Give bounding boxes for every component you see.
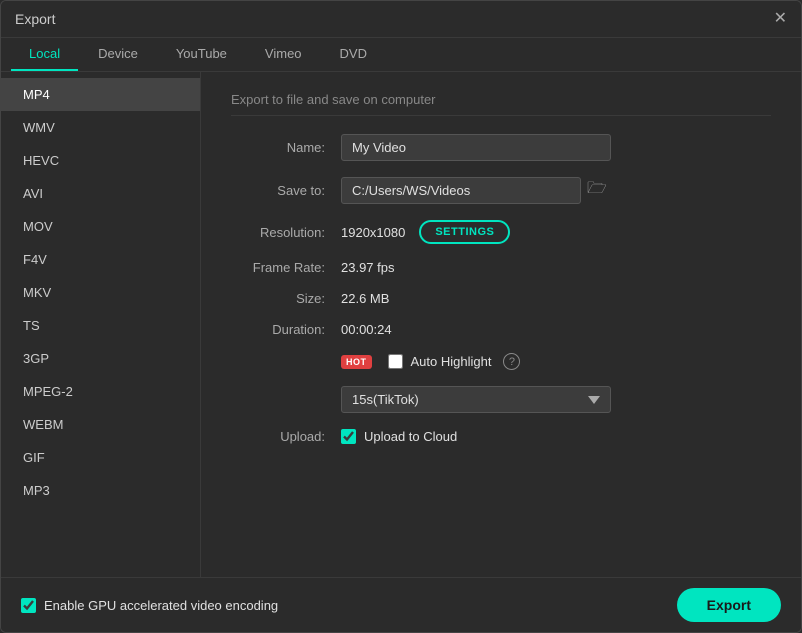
upload-to-cloud-text: Upload to Cloud <box>364 429 457 444</box>
sidebar-item-3gp[interactable]: 3GP <box>1 342 200 375</box>
sidebar-item-f4v[interactable]: F4V <box>1 243 200 276</box>
resolution-label: Resolution: <box>231 225 341 240</box>
tab-bar: Local Device YouTube Vimeo DVD <box>1 38 801 72</box>
tab-youtube[interactable]: YouTube <box>158 38 245 71</box>
bottom-bar: Enable GPU accelerated video encoding Ex… <box>1 577 801 632</box>
upload-checkbox-row: Upload to Cloud <box>341 429 457 444</box>
name-label: Name: <box>231 140 341 155</box>
size-row: Size: 22.6 MB <box>231 291 771 306</box>
size-label: Size: <box>231 291 341 306</box>
section-title: Export to file and save on computer <box>231 92 771 116</box>
tab-device[interactable]: Device <box>80 38 156 71</box>
content-area: MP4 WMV HEVC AVI MOV F4V MKV TS 3GP MPEG… <box>1 72 801 577</box>
main-panel: Export to file and save on computer Name… <box>201 72 801 577</box>
sidebar-item-webm[interactable]: WEBM <box>1 408 200 441</box>
sidebar-item-gif[interactable]: GIF <box>1 441 200 474</box>
gpu-checkbox-row: Enable GPU accelerated video encoding <box>21 598 278 613</box>
export-window: Export ✕ Local Device YouTube Vimeo DVD … <box>0 0 802 633</box>
sidebar-item-wmv[interactable]: WMV <box>1 111 200 144</box>
tab-vimeo[interactable]: Vimeo <box>247 38 320 71</box>
auto-highlight-checkbox-row: HOT Auto Highlight ? <box>341 353 520 370</box>
name-input[interactable] <box>341 134 611 161</box>
frame-rate-row: Frame Rate: 23.97 fps <box>231 260 771 275</box>
frame-rate-value: 23.97 fps <box>341 260 395 275</box>
frame-rate-label: Frame Rate: <box>231 260 341 275</box>
title-bar: Export ✕ <box>1 1 801 38</box>
format-sidebar: MP4 WMV HEVC AVI MOV F4V MKV TS 3GP MPEG… <box>1 72 201 577</box>
gpu-label: Enable GPU accelerated video encoding <box>44 598 278 613</box>
upload-label: Upload: <box>231 429 341 444</box>
help-icon[interactable]: ? <box>503 353 520 370</box>
save-to-label: Save to: <box>231 183 341 198</box>
tiktok-dropdown[interactable]: 15s(TikTok) 30s 60s <box>341 386 611 413</box>
folder-icon[interactable]: 🗁 <box>587 177 607 204</box>
tab-local[interactable]: Local <box>11 38 78 71</box>
auto-highlight-checkbox[interactable] <box>388 354 403 369</box>
path-row: 🗁 <box>341 177 607 204</box>
sidebar-item-ts[interactable]: TS <box>1 309 200 342</box>
duration-value: 00:00:24 <box>341 322 392 337</box>
path-input[interactable] <box>341 177 581 204</box>
resolution-value: 1920x1080 <box>341 225 405 240</box>
sidebar-item-hevc[interactable]: HEVC <box>1 144 200 177</box>
upload-row: Upload: Upload to Cloud <box>231 429 771 444</box>
sidebar-item-mp4[interactable]: MP4 <box>1 78 200 111</box>
duration-row: Duration: 00:00:24 <box>231 322 771 337</box>
window-title: Export <box>15 11 55 27</box>
auto-highlight-row: HOT Auto Highlight ? <box>231 353 771 370</box>
sidebar-item-avi[interactable]: AVI <box>1 177 200 210</box>
tab-dvd[interactable]: DVD <box>322 38 385 71</box>
export-button[interactable]: Export <box>677 588 781 622</box>
sidebar-item-mkv[interactable]: MKV <box>1 276 200 309</box>
resolution-value-row: 1920x1080 SETTINGS <box>341 220 510 244</box>
duration-label: Duration: <box>231 322 341 337</box>
name-row: Name: <box>231 134 771 161</box>
resolution-row: Resolution: 1920x1080 SETTINGS <box>231 220 771 244</box>
upload-to-cloud-checkbox[interactable] <box>341 429 356 444</box>
gpu-checkbox[interactable] <box>21 598 36 613</box>
tiktok-row: 15s(TikTok) 30s 60s <box>231 386 771 413</box>
sidebar-item-mov[interactable]: MOV <box>1 210 200 243</box>
save-to-row: Save to: 🗁 <box>231 177 771 204</box>
sidebar-item-mp3[interactable]: MP3 <box>1 474 200 507</box>
size-value: 22.6 MB <box>341 291 389 306</box>
close-button[interactable]: ✕ <box>774 11 787 27</box>
settings-button[interactable]: SETTINGS <box>419 220 510 244</box>
auto-highlight-text: Auto Highlight <box>411 354 492 369</box>
sidebar-item-mpeg2[interactable]: MPEG-2 <box>1 375 200 408</box>
hot-badge: HOT <box>341 355 372 369</box>
